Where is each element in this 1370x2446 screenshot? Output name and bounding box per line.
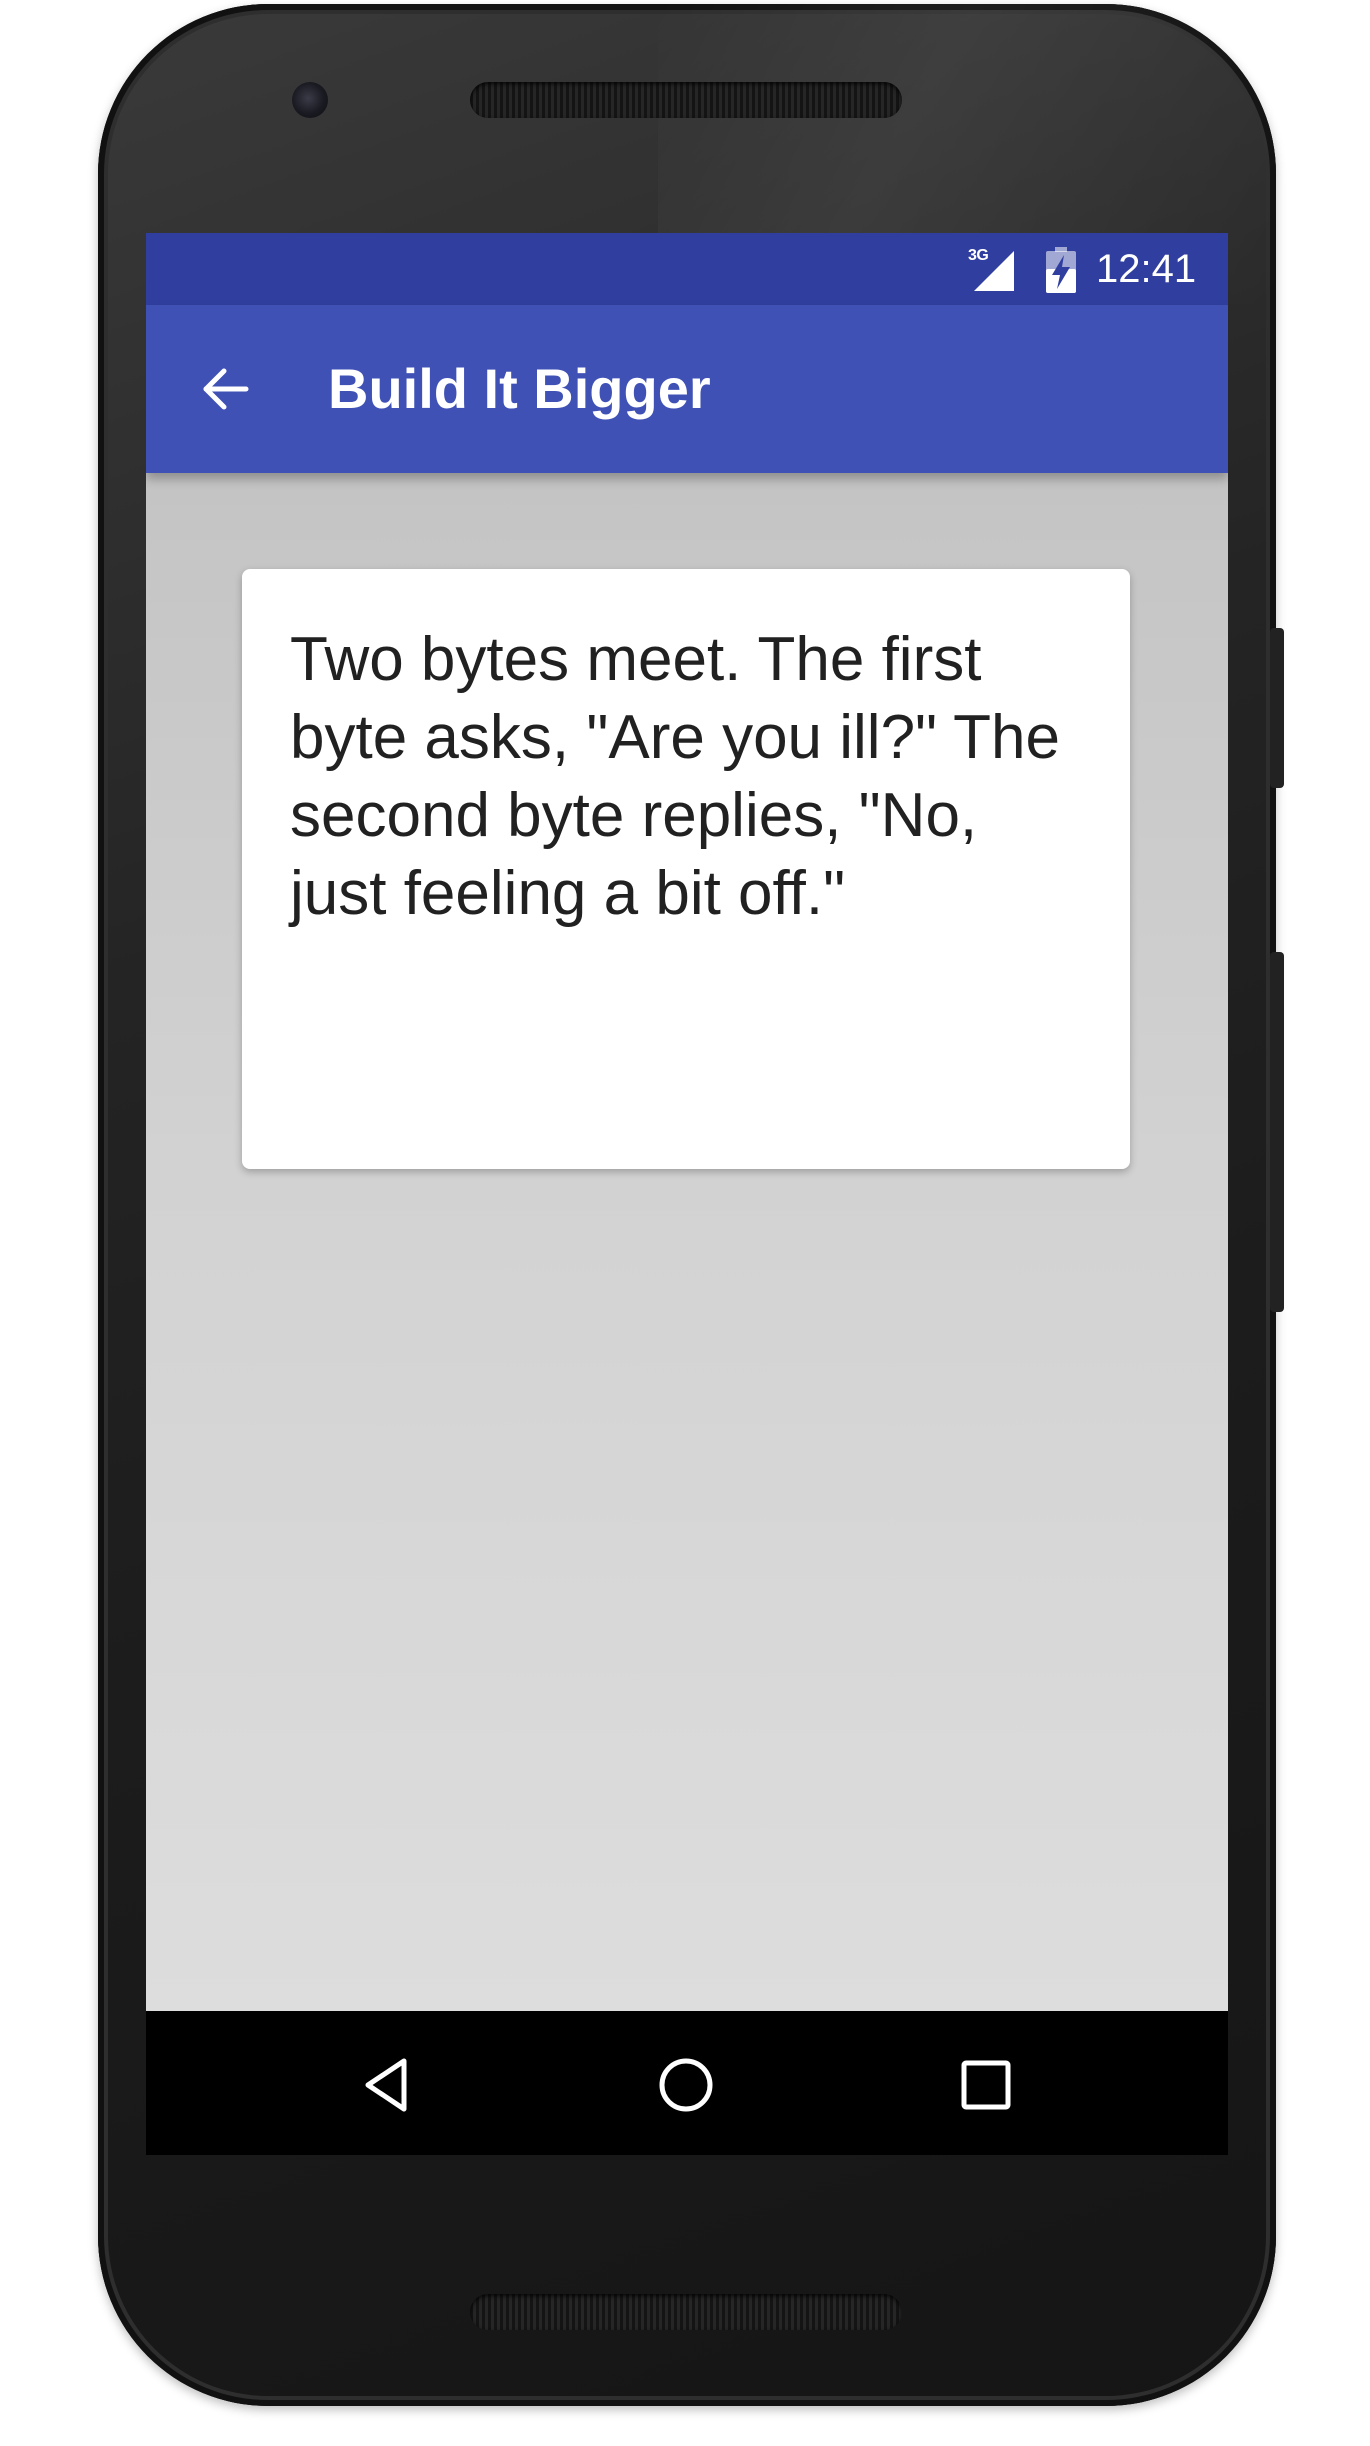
back-triangle-icon (365, 2058, 407, 2112)
network-type-label: 3G (968, 247, 989, 264)
system-home-button[interactable] (654, 2053, 718, 2117)
power-button (1270, 628, 1284, 788)
top-speaker-grille (470, 82, 902, 118)
front-camera (292, 82, 328, 118)
status-bar: 3G 12:41 (146, 233, 1228, 305)
app-toolbar: Build It Bigger (146, 305, 1228, 473)
joke-text: Two bytes meet. The first byte asks, "Ar… (290, 625, 1061, 928)
content-area: Two bytes meet. The first byte asks, "Ar… (146, 473, 1228, 2011)
system-recents-button[interactable] (954, 2053, 1018, 2117)
device-frame-stage: 3G 12:41 Build It Bigger Two bytes meet.… (0, 0, 1370, 2446)
home-circle-icon (659, 2058, 713, 2112)
bottom-speaker-grille (470, 2294, 902, 2330)
battery-charging-icon (1046, 247, 1076, 293)
volume-rocker (1270, 952, 1284, 1312)
toolbar-title: Build It Bigger (328, 357, 711, 420)
phone-screen: 3G 12:41 Build It Bigger Two bytes meet.… (146, 233, 1228, 2155)
system-back-button[interactable] (354, 2053, 418, 2117)
status-clock: 12:41 (1096, 247, 1197, 291)
system-navigation-bar (146, 2011, 1228, 2155)
up-navigation-button[interactable] (186, 349, 266, 429)
joke-card: Two bytes meet. The first byte asks, "Ar… (242, 569, 1130, 1169)
arrow-back-icon (203, 368, 249, 410)
recents-square-icon (961, 2060, 1011, 2110)
